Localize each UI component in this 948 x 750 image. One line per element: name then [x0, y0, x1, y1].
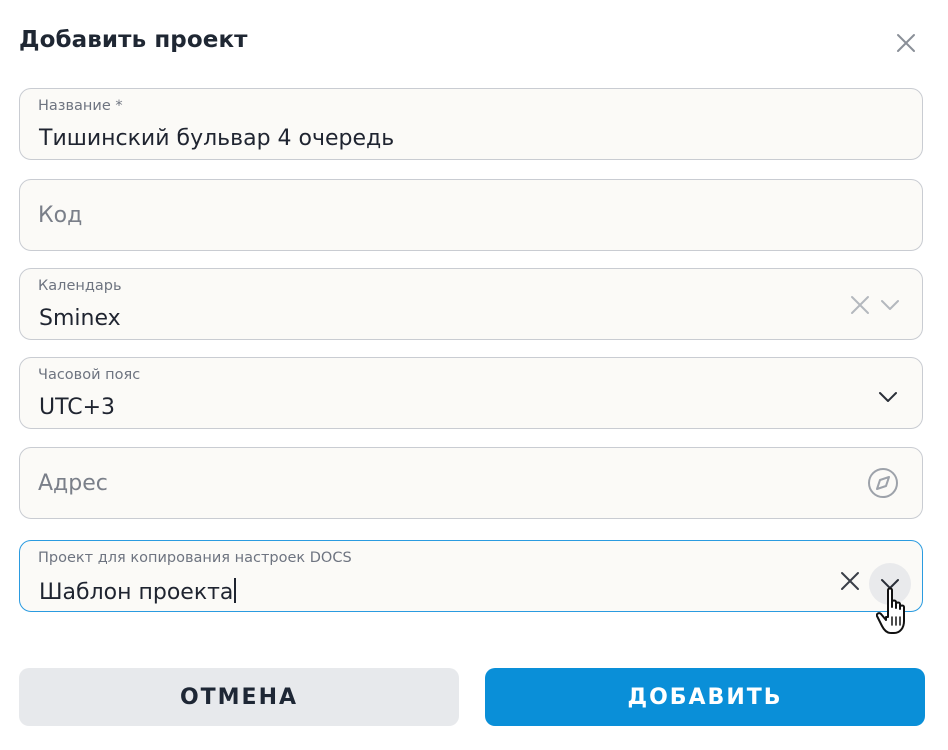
copy-project-value: Шаблон проекта — [39, 578, 236, 605]
calendar-dropdown-toggle[interactable] — [879, 294, 901, 320]
text-caret — [234, 578, 236, 603]
chevron-down-icon — [881, 579, 899, 589]
timezone-dropdown-toggle[interactable] — [877, 386, 899, 412]
chevron-down-icon — [881, 300, 899, 310]
calendar-clear-button[interactable] — [849, 294, 871, 320]
timezone-select[interactable]: Часовой пояс UTC+3 — [19, 357, 923, 429]
timezone-label: Часовой пояс — [38, 367, 141, 383]
add-project-dialog: Добавить проект Название * Тишинский бул… — [0, 0, 948, 750]
copy-project-select[interactable]: Проект для копирования настроек DOCS Шаб… — [19, 540, 923, 612]
code-placeholder: Код — [38, 203, 83, 228]
copy-project-value-text: Шаблон проекта — [39, 580, 234, 605]
close-button[interactable] — [892, 29, 920, 57]
address-location-button[interactable] — [867, 467, 899, 503]
address-field[interactable]: Адрес — [19, 447, 923, 519]
add-button[interactable]: ДОБАВИТЬ — [485, 668, 925, 726]
timezone-value: UTC+3 — [39, 395, 116, 420]
calendar-value: Sminex — [39, 306, 121, 331]
calendar-select[interactable]: Календарь Sminex — [19, 268, 923, 340]
location-icon — [868, 468, 898, 498]
code-field[interactable]: Код — [19, 179, 923, 251]
clear-icon — [851, 296, 869, 314]
name-value: Тишинский бульвар 4 очередь — [39, 126, 395, 151]
copy-project-dropdown-toggle[interactable] — [869, 563, 911, 605]
dialog-title: Добавить проект — [19, 27, 248, 53]
close-icon — [897, 34, 915, 52]
chevron-down-icon — [879, 392, 897, 402]
cancel-button[interactable]: ОТМЕНА — [19, 668, 459, 726]
name-field[interactable]: Название * Тишинский бульвар 4 очередь — [19, 88, 923, 160]
copy-project-label: Проект для копирования настроек DOCS — [38, 550, 352, 566]
name-label: Название * — [38, 98, 123, 114]
copy-project-clear-button[interactable] — [839, 570, 861, 596]
calendar-label: Календарь — [38, 278, 122, 294]
clear-icon — [841, 572, 859, 590]
address-placeholder: Адрес — [38, 471, 108, 496]
